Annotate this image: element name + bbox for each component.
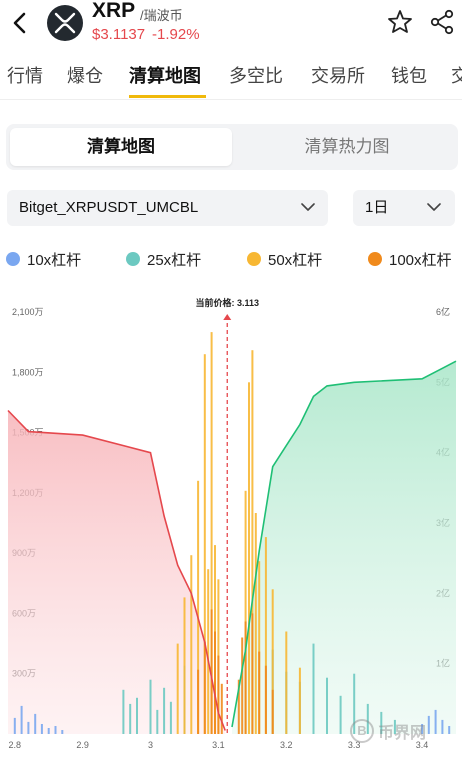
legend-label-50x: 50x杠杆: [268, 251, 323, 269]
bar-100x杠杆: [203, 641, 206, 734]
bar-50x杠杆: [176, 643, 179, 734]
bar-10x杠杆: [20, 705, 23, 734]
pair-select[interactable]: Bitget_XRPUSDT_UMCBL: [7, 190, 328, 226]
watermark-logo: B 币界网: [350, 718, 426, 744]
chevron-down-icon: [427, 203, 441, 211]
coin-chinese-name: /瑞波币: [140, 8, 183, 23]
cumulative-short-area: [8, 410, 226, 734]
bar-50x杠杆: [285, 631, 288, 734]
x-tick-label: 2.8: [9, 740, 22, 750]
y-right-tick-label: 6亿: [436, 306, 450, 317]
segment-liquidation-heatmap[interactable]: 清算热力图: [236, 128, 458, 166]
tab-exchanges[interactable]: 交易所: [311, 62, 365, 88]
tab-more-truncated[interactable]: 交: [451, 62, 462, 88]
tab-liquidations[interactable]: 爆仓: [67, 62, 103, 88]
bar-100x杠杆: [220, 683, 223, 734]
period-select[interactable]: 1日: [353, 190, 455, 226]
bar-10x杠杆: [434, 709, 437, 734]
bar-50x杠杆: [254, 513, 257, 734]
active-tab-indicator: [129, 95, 206, 98]
liquidation-map-chart[interactable]: 300万600万900万1,200万1,500万1,800万2,100万 1亿2…: [0, 290, 462, 761]
pair-select-value: Bitget_XRPUSDT_UMCBL: [19, 199, 199, 216]
bar-10x杠杆: [448, 726, 451, 734]
bar-50x杠杆: [190, 555, 193, 734]
coin-symbol: XRP: [92, 0, 136, 22]
x-tick-label: 3.2: [280, 740, 293, 750]
bar-25x杠杆: [136, 697, 138, 734]
tab-market[interactable]: 行情: [7, 62, 43, 88]
legend-item-10x[interactable]: 10x杠杆: [6, 248, 81, 270]
bar-100x杠杆: [197, 669, 200, 734]
bar-100x杠杆: [241, 637, 244, 734]
bar-10x杠杆: [427, 715, 430, 734]
bar-25x杠杆: [149, 679, 152, 734]
current-price-arrow: [223, 314, 232, 320]
bar-25x杠杆: [163, 687, 166, 734]
legend-label-25x: 25x杠杆: [147, 251, 202, 269]
x-tick-label: 2.9: [76, 740, 89, 750]
legend-dot-10x: [6, 252, 20, 266]
tab-long-short-ratio[interactable]: 多空比: [229, 62, 283, 88]
bar-50x杠杆: [298, 667, 301, 734]
chart-legend: 10x杠杆 25x杠杆 50x杠杆 100x杠杆: [0, 248, 462, 270]
bar-10x杠杆: [47, 728, 50, 734]
segment-liquidation-map[interactable]: 清算地图: [10, 128, 232, 166]
chevron-down-icon: [301, 203, 315, 211]
legend-dot-100x: [368, 252, 382, 266]
bar-10x杠杆: [13, 717, 16, 734]
bar-100x杠杆: [258, 651, 261, 734]
legend-item-100x[interactable]: 100x杠杆: [368, 248, 452, 270]
x-tick-label: 3.1: [212, 740, 225, 750]
bar-10x杠杆: [40, 724, 43, 734]
period-select-value: 1日: [365, 199, 389, 216]
app-header: XRP /瑞波币 $3.1137 -1.92%: [0, 0, 462, 52]
watermark-text: 币界网: [378, 725, 427, 742]
bar-10x杠杆: [54, 726, 57, 734]
bar-50x杠杆: [248, 382, 250, 734]
bar-25x杠杆: [129, 703, 132, 734]
bar-25x杠杆: [339, 695, 342, 734]
y-left-tick-label: 2,100万: [12, 307, 44, 317]
legend-label-10x: 10x杠杆: [27, 251, 82, 269]
bar-100x杠杆: [271, 689, 274, 734]
legend-dot-50x: [247, 252, 261, 266]
xrp-logo-icon: [47, 5, 83, 41]
bar-100x杠杆: [244, 621, 247, 734]
bar-50x杠杆: [207, 569, 210, 734]
tab-wallet[interactable]: 钱包: [391, 62, 427, 88]
bar-25x杠杆: [312, 643, 315, 734]
bar-100x杠杆: [214, 631, 216, 734]
view-switcher: 清算地图 清算热力图: [6, 124, 458, 170]
liquidation-chart-svg: 300万600万900万1,200万1,500万1,800万2,100万 1亿2…: [7, 297, 457, 750]
x-tick-label: 3: [148, 740, 153, 750]
legend-label-100x: 100x杠杆: [389, 251, 452, 269]
bar-100x杠杆: [251, 613, 254, 734]
back-arrow-icon[interactable]: [8, 8, 32, 38]
tab-liquidation-map[interactable]: 清算地图: [129, 62, 201, 88]
bar-10x杠杆: [441, 719, 444, 734]
watermark-coin-icon: B: [350, 719, 374, 743]
bar-50x杠杆: [183, 597, 186, 734]
legend-item-25x[interactable]: 25x杠杆: [126, 248, 201, 270]
bar-10x杠杆: [61, 730, 64, 734]
bar-10x杠杆: [34, 713, 37, 734]
bar-25x杠杆: [169, 701, 172, 734]
current-price-label: 当前价格: 3.113: [195, 297, 259, 308]
share-icon[interactable]: [429, 9, 455, 35]
top-tab-bar: 行情 爆仓 清算地图 多空比 交易所 钱包 交: [0, 52, 462, 100]
bar-10x杠杆: [27, 721, 30, 734]
price-change: -1.92%: [152, 26, 200, 43]
legend-dot-25x: [126, 252, 140, 266]
y-left-tick-label: 1,800万: [12, 367, 44, 377]
bar-25x杠杆: [326, 677, 328, 734]
legend-item-50x[interactable]: 50x杠杆: [247, 248, 322, 270]
bar-100x杠杆: [217, 655, 220, 734]
bar-25x杠杆: [156, 709, 159, 734]
favorite-star-icon[interactable]: [387, 9, 413, 35]
bar-25x杠杆: [122, 689, 125, 734]
bar-100x杠杆: [264, 665, 267, 734]
coin-price: $3.1137: [92, 26, 146, 43]
